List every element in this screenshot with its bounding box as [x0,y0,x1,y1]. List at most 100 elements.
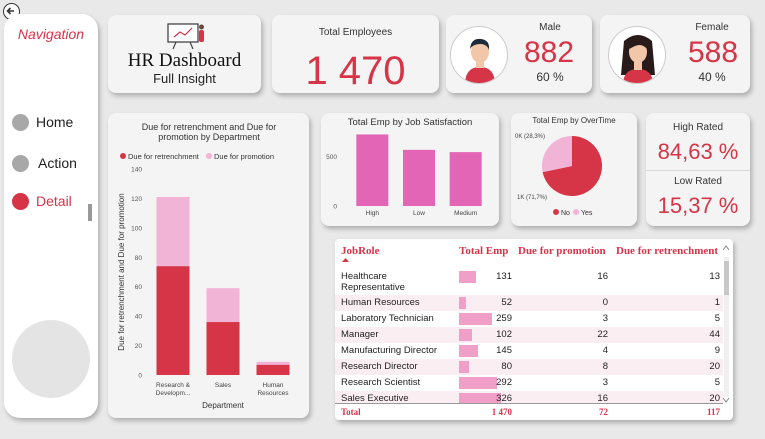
column-header-due-retrenchment[interactable]: Due for retrenchment [616,245,718,257]
male-avatar-icon [450,26,508,84]
legend-label: Due for promotion [214,152,274,161]
overtime-card: Total Emp by OverTime 1K (71,7%) 0K (28,3… [511,113,637,226]
table-row[interactable]: Healthcare Representative 131 16 13 [335,269,723,295]
y-tick-label: 40 [135,314,143,321]
table-row[interactable]: Human Resources 52 0 1 [335,295,723,311]
table-row[interactable]: Research Director 80 8 20 [335,359,723,375]
cell-due-promotion: 8 [602,361,608,372]
table-row[interactable]: Research Scientist 292 3 5 [335,375,723,391]
cell-due-retrenchment: 9 [714,345,720,356]
sort-arrow-icon [342,258,349,262]
total-emp-bar [459,329,472,341]
nav-dot-icon [12,192,29,210]
scroll-up-icon[interactable] [722,245,730,251]
cell-due-promotion: 0 [602,297,608,308]
table-row[interactable]: Laboratory Technician 259 3 5 [335,311,723,327]
y-tick-label: 80 [135,255,143,262]
total-promotion-sum: 72 [599,407,608,417]
cell-jobrole: Human Resources [341,297,420,308]
cell-jobrole: Research Director [341,361,418,372]
total-employees-card: Total Employees 1 470 [272,15,439,93]
nav-decorative-circle [12,320,90,398]
cell-jobrole: Healthcare Representative [341,271,456,293]
cell-due-retrenchment: 13 [709,271,720,282]
table-row[interactable]: Manufacturing Director 145 4 9 [335,343,723,359]
cell-due-promotion: 4 [602,345,608,356]
legend-marker [120,153,126,159]
female-label: Female [695,22,729,33]
slice-label: 1K (71,7%) [517,195,547,201]
bar-segment [156,196,190,267]
page-subtitle: Full Insight [153,71,216,86]
column-header-total-emp[interactable]: Total Emp [459,245,508,257]
column-header-due-promotion[interactable]: Due for promotion [518,245,606,257]
legend-marker [206,153,212,159]
scrollbar-thumb[interactable] [724,261,729,295]
cell-due-promotion: 3 [602,313,608,324]
total-emp-sum: 1 470 [491,407,512,417]
cell-total-emp: 131 [496,271,512,282]
bar-segment [156,266,190,375]
y-tick-label: 20 [135,343,143,350]
high-rated-label: High Rated [672,122,724,133]
y-tick-label: 0 [138,373,142,380]
cell-due-retrenchment: 1 [714,297,720,308]
y-tick-label: 0 [333,204,337,211]
x-tick-label: Human [263,382,284,389]
cell-due-promotion: 16 [597,271,608,282]
y-tick-label: 500 [326,154,337,161]
y-axis-label: Due for retrenchment and Due for promoti… [117,193,126,350]
legend-label: No [561,210,570,217]
cell-due-retrenchment: 44 [709,329,720,340]
cell-due-retrenchment: 20 [709,361,720,372]
nav-label: Home [36,114,74,130]
bar [356,134,389,206]
department-chart-card: Due for retrenchment and Due for promoti… [108,113,309,418]
bar [403,149,435,206]
scroll-down-icon[interactable] [722,397,730,403]
jobrole-table: JobRole Total Emp Due for promotion Due … [335,239,733,420]
total-emp-bar [459,361,469,373]
low-rated-value: 15,37 % [657,193,739,218]
bar-segment [256,361,290,365]
y-tick-label: 140 [131,167,142,174]
bar-segment [206,322,240,375]
pie-slice [542,136,572,173]
column-header-jobrole[interactable]: JobRole [341,245,380,257]
x-tick-label: Sales [215,382,232,389]
nav-item-action[interactable]: Action [12,153,77,173]
x-tick-label: Low [413,210,425,217]
bar-segment [256,364,290,375]
table-row[interactable]: Manager 102 22 44 [335,327,723,343]
cell-jobrole-line: Healthcare [341,271,387,282]
cell-total-emp: 80 [501,361,512,372]
cell-total-emp: 259 [496,313,512,324]
cell-total-emp: 52 [501,297,512,308]
x-tick-label: Resources [257,390,289,397]
legend-marker [573,209,579,215]
male-label: Male [539,22,561,33]
nav-title: Navigation [17,26,85,42]
active-indicator [88,204,92,221]
cell-total-emp: 292 [496,377,512,388]
x-tick-label: Medium [454,210,477,217]
nav-item-detail[interactable]: Detail [12,191,72,211]
nav-label: Detail [36,193,72,209]
cell-jobrole: Research Scientist [341,377,421,388]
slice-label: 0K (28,3%) [515,134,545,140]
high-rated-value: 84,63 % [657,139,739,164]
total-retrenchment-sum: 117 [706,407,720,417]
nav-dot-icon [12,113,29,131]
legend-label: Due for retrenchment [128,152,200,161]
nav-item-home[interactable]: Home [12,112,73,132]
y-tick-label: 120 [131,196,142,203]
x-tick-label: High [366,210,380,217]
cell-jobrole: Laboratory Technician [341,313,434,324]
total-emp-bar [459,271,476,283]
cell-jobrole: Manager [341,329,379,340]
legend-label: Yes [581,210,593,217]
total-employees-value: 1 470 [305,49,406,93]
total-label: Total [341,407,361,417]
table-scrollbar[interactable] [724,257,729,397]
overtime-pie-chart: 1K (71,7%) 0K (28,3%) No Yes [515,134,602,217]
